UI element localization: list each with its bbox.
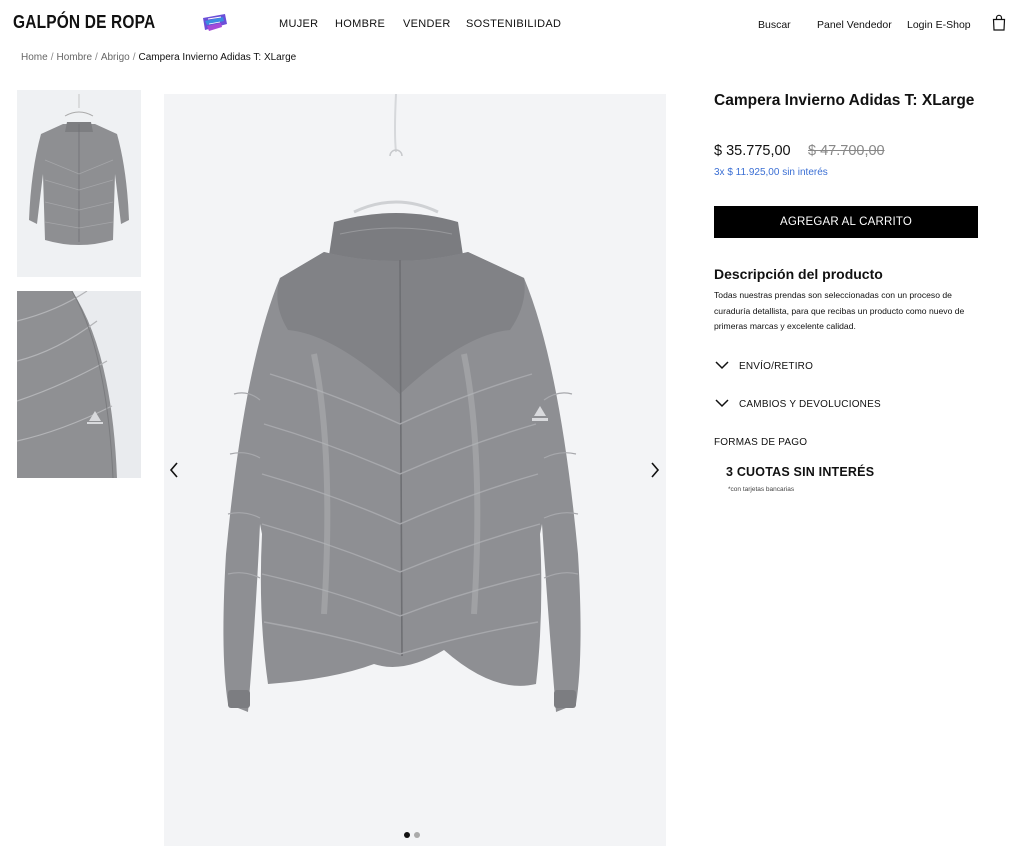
nav-vender[interactable]: VENDER	[403, 18, 451, 30]
sustainability-badge-icon[interactable]	[201, 12, 229, 34]
breadcrumb-current: Campera Invierno Adidas T: XLarge	[138, 52, 297, 63]
breadcrumb-separator: /	[50, 52, 54, 63]
breadcrumb-hombre[interactable]: Hombre	[56, 52, 92, 63]
nav-mujer[interactable]: MUJER	[279, 18, 318, 30]
payment-methods-title: FORMAS DE PAGO	[714, 437, 808, 448]
jacket-main-image	[164, 94, 666, 846]
login-link[interactable]: Login E-Shop	[907, 19, 971, 31]
breadcrumb: Home / Hombre / Abrigo / Campera Invierno Adid…	[21, 52, 296, 63]
accordion-label: ENVÍO/RETIRO	[739, 361, 814, 372]
product-price-old: $ 47.700,00	[808, 143, 885, 159]
breadcrumb-separator: /	[95, 52, 98, 63]
breadcrumb-separator: /	[132, 52, 136, 63]
accordion-label: CAMBIOS Y DEVOLUCIONES	[739, 399, 881, 410]
seller-panel-link[interactable]: Panel Vendedor	[817, 19, 892, 31]
description-text: Todas nuestras prendas son seleccionadas…	[714, 290, 965, 331]
search-link[interactable]: Buscar	[758, 19, 791, 31]
thumbnail-front[interactable]	[17, 90, 141, 277]
chevron-right-icon[interactable]	[647, 458, 663, 482]
brand-logo[interactable]: GALPÓN DE ROPA	[13, 12, 155, 33]
shopping-bag-icon[interactable]	[992, 14, 1006, 31]
chevron-down-icon	[715, 361, 729, 370]
jacket-front-thumbnail-image	[17, 90, 141, 277]
description-title: Descripción del producto	[714, 266, 883, 282]
site-header: GALPÓN DE ROPA MUJER HOMBRE VENDER SOSTE…	[0, 0, 1024, 48]
payment-note: *con tarjetas bancarias	[728, 486, 795, 493]
product-title: Campera Invierno Adidas T: XLarge	[714, 92, 975, 109]
product-price: $ 35.775,00	[714, 143, 791, 159]
carousel-dot[interactable]	[414, 832, 420, 838]
add-to-cart-button[interactable]: AGREGAR AL CARRITO	[714, 206, 978, 238]
chevron-left-icon[interactable]	[166, 458, 182, 482]
breadcrumb-home[interactable]: Home	[21, 52, 48, 63]
nav-sostenibilidad[interactable]: SOSTENIBILIDAD	[466, 18, 561, 30]
payment-highlight: 3 CUOTAS SIN INTERÉS	[726, 465, 875, 479]
product-main-image[interactable]	[164, 94, 666, 846]
installments-info: 3x $ 11.925,00 sin interés	[714, 167, 828, 178]
thumbnail-detail[interactable]	[17, 291, 141, 478]
chevron-down-icon	[715, 399, 729, 408]
nav-hombre[interactable]: HOMBRE	[335, 18, 385, 30]
jacket-detail-thumbnail-image	[17, 291, 141, 478]
carousel-dot-active[interactable]	[404, 832, 410, 838]
breadcrumb-abrigo[interactable]: Abrigo	[101, 52, 130, 63]
